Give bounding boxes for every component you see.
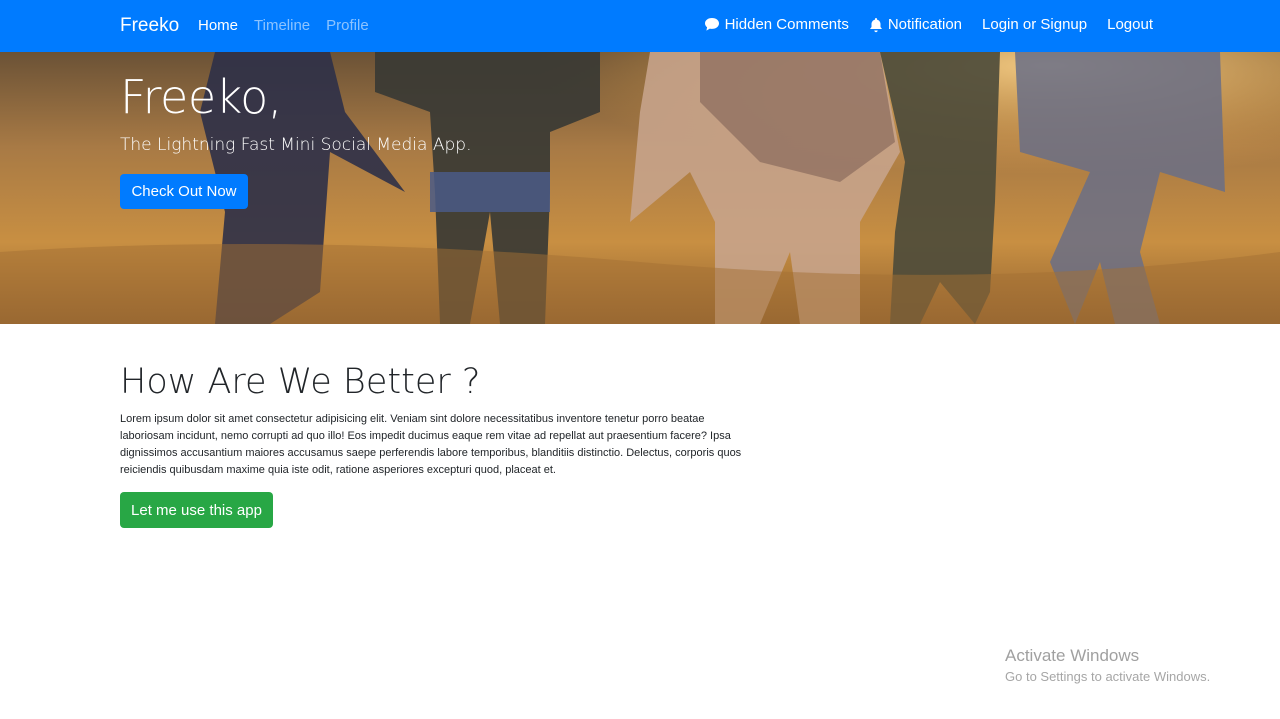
comment-icon (704, 17, 720, 32)
hero-title: Freeko, (120, 70, 282, 124)
bell-icon (869, 17, 883, 33)
brand-link[interactable]: Freeko (120, 15, 179, 37)
nav-profile-link[interactable]: Profile (326, 17, 369, 34)
hero-banner: Freeko, The Lightning Fast Mini Social M… (0, 52, 1280, 324)
nav-left-links: Home Timeline Profile (198, 17, 369, 34)
logout-link[interactable]: Logout (1107, 16, 1153, 33)
activate-windows-title: Activate Windows (1005, 646, 1140, 665)
hidden-comments-link[interactable]: Hidden Comments (704, 16, 849, 33)
top-navbar: Freeko Home Timeline Profile Hidden Comm… (0, 0, 1280, 52)
section-heading: How Are We Better ? (120, 362, 481, 402)
nav-right-links: Hidden Comments Notification Login or Si… (704, 16, 1153, 33)
nav-timeline-link[interactable]: Timeline (254, 17, 310, 34)
notification-link[interactable]: Notification (869, 16, 962, 33)
notification-label: Notification (887, 16, 963, 33)
nav-home-link[interactable]: Home (198, 17, 238, 34)
hidden-comments-label: Hidden Comments (724, 16, 849, 33)
activate-windows-subtitle: Go to Settings to activate Windows. (1005, 669, 1211, 684)
section-body-text: Lorem ipsum dolor sit amet consectetur a… (120, 413, 742, 476)
use-app-button[interactable]: Let me use this app (120, 492, 273, 528)
login-signup-link[interactable]: Login or Signup (982, 16, 1087, 33)
check-out-now-button[interactable]: Check Out Now (120, 174, 248, 209)
hero-subtitle: The Lightning Fast Mini Social Media App… (120, 135, 472, 155)
